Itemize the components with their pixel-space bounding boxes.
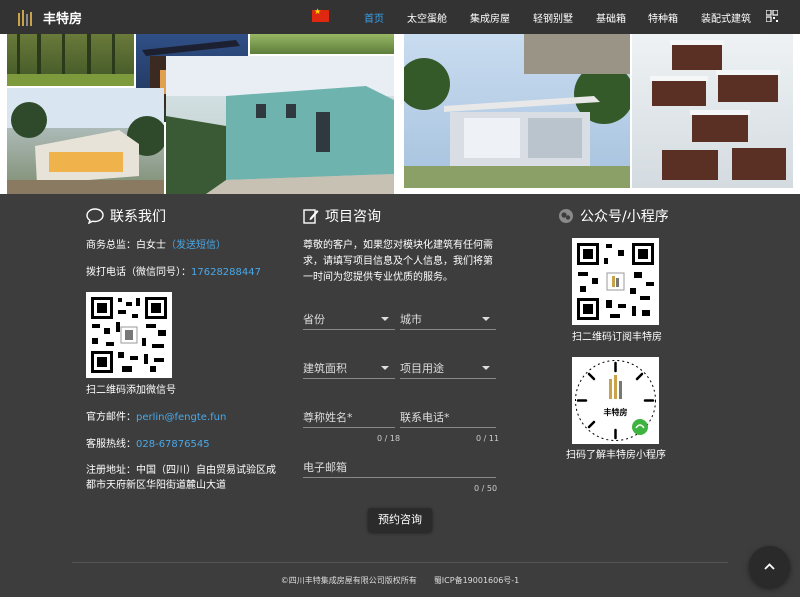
hotline-line: 客服热线：028-67876545 [86,437,210,452]
contact-title: 联系我们 [86,206,166,226]
inquiry-title: 项目咨询 [303,206,381,226]
photo-forest [7,34,134,86]
nav-basic-container[interactable]: 基础箱 [596,10,626,25]
contact-title-text: 联系我们 [110,209,166,225]
photo-stair-container [524,34,630,74]
subscribe-qrcode [572,238,659,325]
photo-teal-containers [166,56,394,194]
hotline-label: 客服热线： [86,439,136,450]
sms-link[interactable]: （发送短信） [166,240,226,251]
chat-bubble-icon [86,208,104,224]
mini-program-brand: 丰特房 [604,407,628,417]
manager-label: 商务总监：白女士 [86,240,166,251]
city-select-label: 城市 [400,313,422,326]
phone-label: 拨打电话（微信同号）： [86,267,191,278]
nav-prefab-building[interactable]: 装配式建筑 [701,10,751,25]
wechat-icon [559,209,573,223]
manager-line: 商务总监：白女士（发送短信） [86,238,226,253]
chevron-down-icon [482,366,490,370]
hotline-link[interactable]: 028-67876545 [136,439,210,450]
photo-white-capsule [7,88,164,194]
official-title-text: 公众号/小程序 [580,209,669,225]
phone-line: 拨打电话（微信同号）：17628288447 [86,265,261,280]
nav-home[interactable]: 首页 [364,10,384,25]
official-title: 公众号/小程序 [558,206,669,226]
hero-photo-collage [0,34,800,194]
top-navbar: 丰特房 首页 太空蛋舱 集成房屋 轻钢别墅 基础箱 特种箱 装配式建筑 [0,0,800,34]
inquiry-title-text: 项目咨询 [325,209,381,225]
photo-stacked-snow-containers [632,34,793,188]
email-input-placeholder: 电子邮箱 [303,461,347,474]
qrcode-menu-icon[interactable] [766,10,778,22]
nav-special-container[interactable]: 特种箱 [648,10,678,25]
wechat-caption: 扫二维码添加微信号 [86,385,176,396]
chevron-up-icon [764,563,775,570]
copyright-line: ©四川丰特集成房屋有限公司版权所有 蜀ICP备19001606号-1 [0,575,800,586]
main-nav: 首页 太空蛋舱 集成房屋 轻钢别墅 基础箱 特种箱 装配式建筑 [0,10,800,26]
tel-input-placeholder: 联系电话* [400,411,450,424]
usage-select-label: 项目用途 [400,362,444,375]
edit-form-icon [303,209,319,224]
tel-input[interactable]: 联系电话* [400,409,496,428]
email-line: 官方邮件：perlin@fengte.fun [86,410,226,425]
nav-integrated-house[interactable]: 集成房屋 [470,10,510,25]
email-label: 官方邮件： [86,412,136,423]
province-select[interactable]: 省份 [303,311,395,330]
copyright-text: ©四川丰特集成房屋有限公司版权所有 [280,576,417,585]
back-to-top-button[interactable] [749,546,790,587]
email-input[interactable]: 电子邮箱 [303,459,496,478]
nav-light-steel-villa[interactable]: 轻钢别墅 [533,10,573,25]
name-char-counter: 0 / 18 [377,434,401,443]
subscribe-caption: 扫二维码订阅丰特房 [572,332,662,343]
tel-char-counter: 0 / 11 [476,434,500,443]
address-text: 注册地址：中国（四川）自由贸易试验区成都市天府新区华阳街道麓山大道 [86,465,276,491]
usage-select[interactable]: 项目用途 [400,360,496,379]
province-select-label: 省份 [303,313,325,326]
city-select[interactable]: 城市 [400,311,496,330]
name-input-placeholder: 尊称姓名* [303,411,353,424]
mini-program-code: 丰特房 [572,357,659,444]
icp-link[interactable]: 蜀ICP备19001606号-1 [434,576,519,585]
nav-space-capsule[interactable]: 太空蛋舱 [407,10,447,25]
area-select-label: 建筑面积 [303,362,347,375]
submit-inquiry-button[interactable]: 预约咨询 [368,508,432,532]
chevron-down-icon [381,366,389,370]
email-link[interactable]: perlin@fengte.fun [136,412,226,423]
wechat-qrcode [86,292,172,378]
inquiry-intro: 尊敬的客户，如果您对模块化建筑有任何需求，请填写项目信息及个人信息，我们将第一时… [303,240,493,283]
footer-divider [72,562,728,563]
chevron-down-icon [381,317,389,321]
mini-program-caption: 扫码了解丰特房小程序 [566,450,666,461]
email-char-counter: 0 / 50 [474,484,498,493]
name-input[interactable]: 尊称姓名* [303,409,395,428]
phone-link[interactable]: 17628288447 [191,267,261,278]
photo-garden-top [250,34,394,54]
chevron-down-icon [482,317,490,321]
area-select[interactable]: 建筑面积 [303,360,395,379]
